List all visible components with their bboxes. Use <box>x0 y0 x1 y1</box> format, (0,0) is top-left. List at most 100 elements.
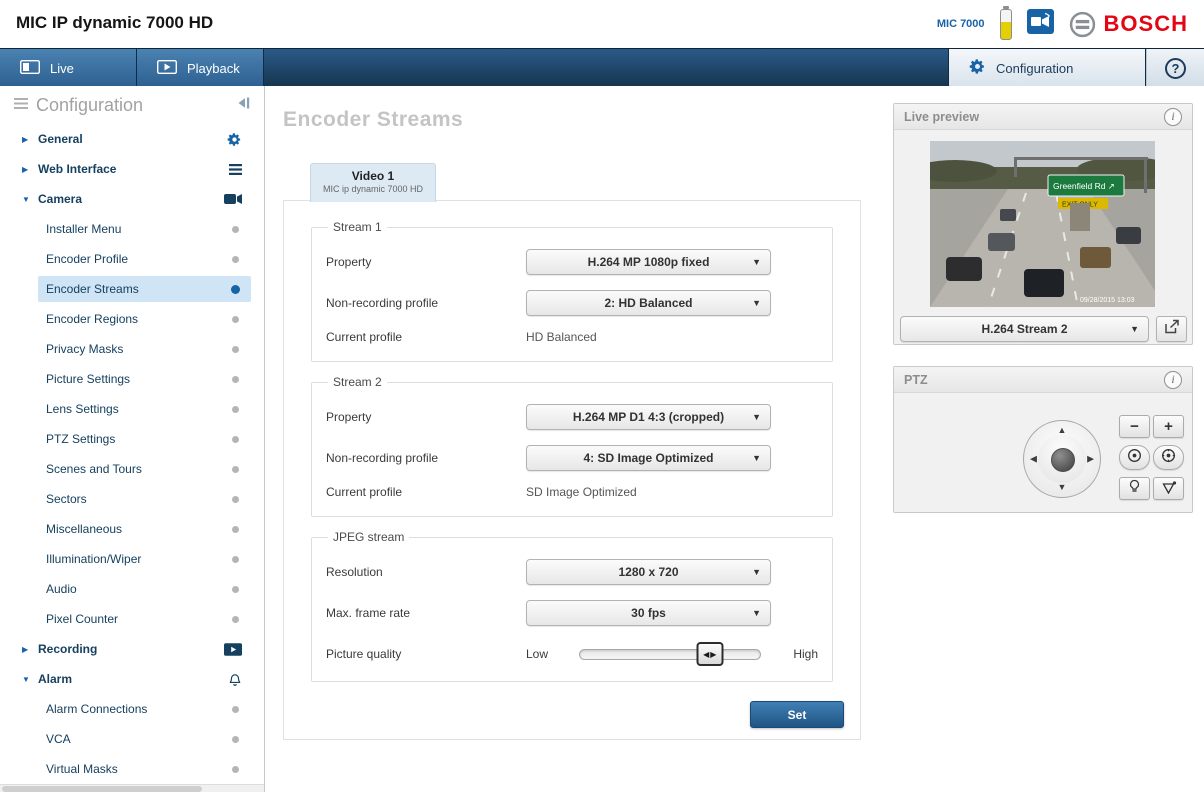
pan-down-arrow-icon[interactable]: ▼ <box>1058 483 1067 492</box>
sidebar-item-recording[interactable]: ▶ Recording <box>0 634 264 664</box>
info-icon[interactable]: i <box>1164 107 1182 126</box>
status-dot <box>232 225 239 233</box>
sidebar-item-lens-settings[interactable]: Lens Settings <box>0 394 264 424</box>
sidebar-item-pixel-counter[interactable]: Pixel Counter <box>0 604 264 634</box>
stream2-current-row: Current profile SD Image Optimized <box>326 482 818 502</box>
sidebar-item-installer-menu[interactable]: Installer Menu <box>0 214 264 244</box>
sidebar-item-encoder-streams[interactable]: Encoder Streams <box>0 274 264 304</box>
sidebar-item-label: Illumination/Wiper <box>46 552 142 566</box>
ptz-joystick-pad[interactable]: ▲ ▼ ◀ ▶ <box>1023 420 1101 498</box>
field-label: Property <box>326 410 372 424</box>
sidebar-item-scenes-and-tours[interactable]: Scenes and Tours <box>0 454 264 484</box>
status-dot <box>232 465 239 473</box>
tab-configuration[interactable]: Configuration <box>948 49 1146 87</box>
sidebar-item-encoder-profile[interactable]: Encoder Profile <box>0 244 264 274</box>
ptz-panel: PTZ i ▲ ▼ ◀ ▶ − + <box>893 366 1193 513</box>
export-icon <box>1164 319 1180 339</box>
top-header: MIC IP dynamic 7000 HD MIC 7000 BOSCH <box>0 0 1204 48</box>
timestamp-overlay: 09/28/2015 13:03 <box>1080 297 1135 304</box>
jpeg-resolution-dropdown[interactable]: 1280 x 720 ▼ <box>526 559 771 585</box>
jpeg-quality-row: Picture quality Low ◀▶ High <box>326 641 818 667</box>
sidebar-scrollbar[interactable] <box>0 784 264 792</box>
sidebar-item-label: Pixel Counter <box>46 612 119 626</box>
focus-near-button[interactable] <box>1119 445 1150 470</box>
zoom-out-button[interactable]: − <box>1119 415 1150 438</box>
ptz-title: PTZ <box>904 372 928 387</box>
stream1-property-dropdown[interactable]: H.264 MP 1080p fixed ▼ <box>526 249 771 275</box>
stream1-profile-dropdown[interactable]: 2: HD Balanced ▼ <box>526 290 771 316</box>
field-label: Picture quality <box>326 647 402 661</box>
pan-left-arrow-icon[interactable]: ◀ <box>1030 454 1037 464</box>
tab-playback[interactable]: Playback <box>137 49 264 87</box>
wiper-button[interactable] <box>1153 477 1184 500</box>
device-model-label: MIC 7000 <box>936 18 985 30</box>
sidebar-item-general[interactable]: ▶ General <box>0 124 264 154</box>
pan-right-arrow-icon[interactable]: ▶ <box>1087 454 1094 464</box>
sidebar-item-label: Encoder Regions <box>46 312 139 326</box>
info-icon[interactable]: i <box>1164 370 1182 389</box>
sidebar-item-alarm[interactable]: ▼ Alarm <box>0 664 264 694</box>
sidebar-item-label: Encoder Profile <box>46 252 129 266</box>
status-dot <box>232 555 239 563</box>
illumination-button[interactable] <box>1119 477 1150 500</box>
sidebar-item-virtual-masks[interactable]: Virtual Masks <box>0 754 264 784</box>
status-dot <box>232 345 239 353</box>
sidebar-item-web-interface[interactable]: ▶ Web Interface <box>0 154 264 184</box>
focus-far-button[interactable] <box>1153 445 1184 470</box>
quality-slider-handle[interactable]: ◀▶ <box>696 642 724 666</box>
zoom-in-button[interactable]: + <box>1153 415 1184 438</box>
status-dot <box>232 435 239 443</box>
tab-video-1[interactable]: Video 1 MIC ip dynamic 7000 HD <box>310 163 436 202</box>
stream2-profile-dropdown[interactable]: 4: SD Image Optimized ▼ <box>526 445 771 471</box>
field-label: Current profile <box>326 330 403 344</box>
slider-track[interactable] <box>579 649 762 660</box>
recording-icon <box>224 642 242 656</box>
sidebar-item-label: Audio <box>46 582 77 596</box>
set-button[interactable]: Set <box>750 701 844 728</box>
stream2-property-dropdown[interactable]: H.264 MP D1 4:3 (cropped) ▼ <box>526 404 771 430</box>
dropdown-value: 1280 x 720 <box>618 565 679 579</box>
sidebar-item-miscellaneous[interactable]: Miscellaneous <box>0 514 264 544</box>
tab-live[interactable]: Live <box>0 49 137 87</box>
scrollbar-thumb[interactable] <box>2 786 202 792</box>
preview-stream-dropdown[interactable]: H.264 Stream 2 ▼ <box>900 316 1149 342</box>
sidebar-item-label: PTZ Settings <box>46 432 116 446</box>
open-in-window-button[interactable] <box>1156 316 1187 342</box>
stream1-current-row: Current profile HD Balanced <box>326 327 818 347</box>
dropdown-value: H.264 MP 1080p fixed <box>587 255 710 269</box>
tab-live-label: Live <box>50 60 74 76</box>
live-view-icon <box>19 59 41 77</box>
collapse-sidebar-icon[interactable] <box>236 96 250 114</box>
sidebar-item-sectors[interactable]: Sectors <box>0 484 264 514</box>
pan-up-arrow-icon[interactable]: ▲ <box>1058 426 1067 435</box>
sidebar-item-audio[interactable]: Audio <box>0 574 264 604</box>
gear-icon <box>227 132 242 147</box>
joystick-knob[interactable] <box>1051 448 1075 472</box>
picture-quality-slider[interactable]: ◀▶ <box>579 642 762 666</box>
road-sign-text: Greenfield Rd ↗ <box>1053 181 1115 191</box>
sidebar-item-illumination-wiper[interactable]: Illumination/Wiper <box>0 544 264 574</box>
sidebar-item-label: Lens Settings <box>46 402 119 416</box>
field-label: Non-recording profile <box>326 451 439 465</box>
sidebar-item-ptz-settings[interactable]: PTZ Settings <box>0 424 264 454</box>
dropdown-value: 30 fps <box>631 606 666 620</box>
jpeg-framerate-dropdown[interactable]: 30 fps ▼ <box>526 600 771 626</box>
bosch-wordmark: BOSCH <box>1103 11 1188 36</box>
sidebar-item-vca[interactable]: VCA <box>0 724 264 754</box>
sidebar-item-alarm-connections[interactable]: Alarm Connections <box>0 694 264 724</box>
field-label: Current profile <box>326 485 403 499</box>
jpeg-resolution-row: Resolution 1280 x 720 ▼ <box>326 559 818 585</box>
sidebar-item-label: Encoder Streams <box>46 282 139 296</box>
sidebar-item-camera[interactable]: ▼ Camera <box>0 184 264 214</box>
sidebar-item-encoder-regions[interactable]: Encoder Regions <box>0 304 264 334</box>
tab-configuration-label: Configuration <box>996 60 1074 76</box>
field-label: Non-recording profile <box>326 296 439 310</box>
sidebar-item-picture-settings[interactable]: Picture Settings <box>0 364 264 394</box>
encoder-streams-panel: Stream 1 Property H.264 MP 1080p fixed ▼… <box>283 200 861 740</box>
playback-icon <box>156 59 178 77</box>
group-title: Stream 1 <box>333 220 382 234</box>
sidebar-item-privacy-masks[interactable]: Privacy Masks <box>0 334 264 364</box>
chevron-down-icon: ▼ <box>752 608 761 618</box>
main-navbar: Live Playback Configuration ? <box>0 48 1204 87</box>
help-button[interactable]: ? <box>1146 49 1204 87</box>
